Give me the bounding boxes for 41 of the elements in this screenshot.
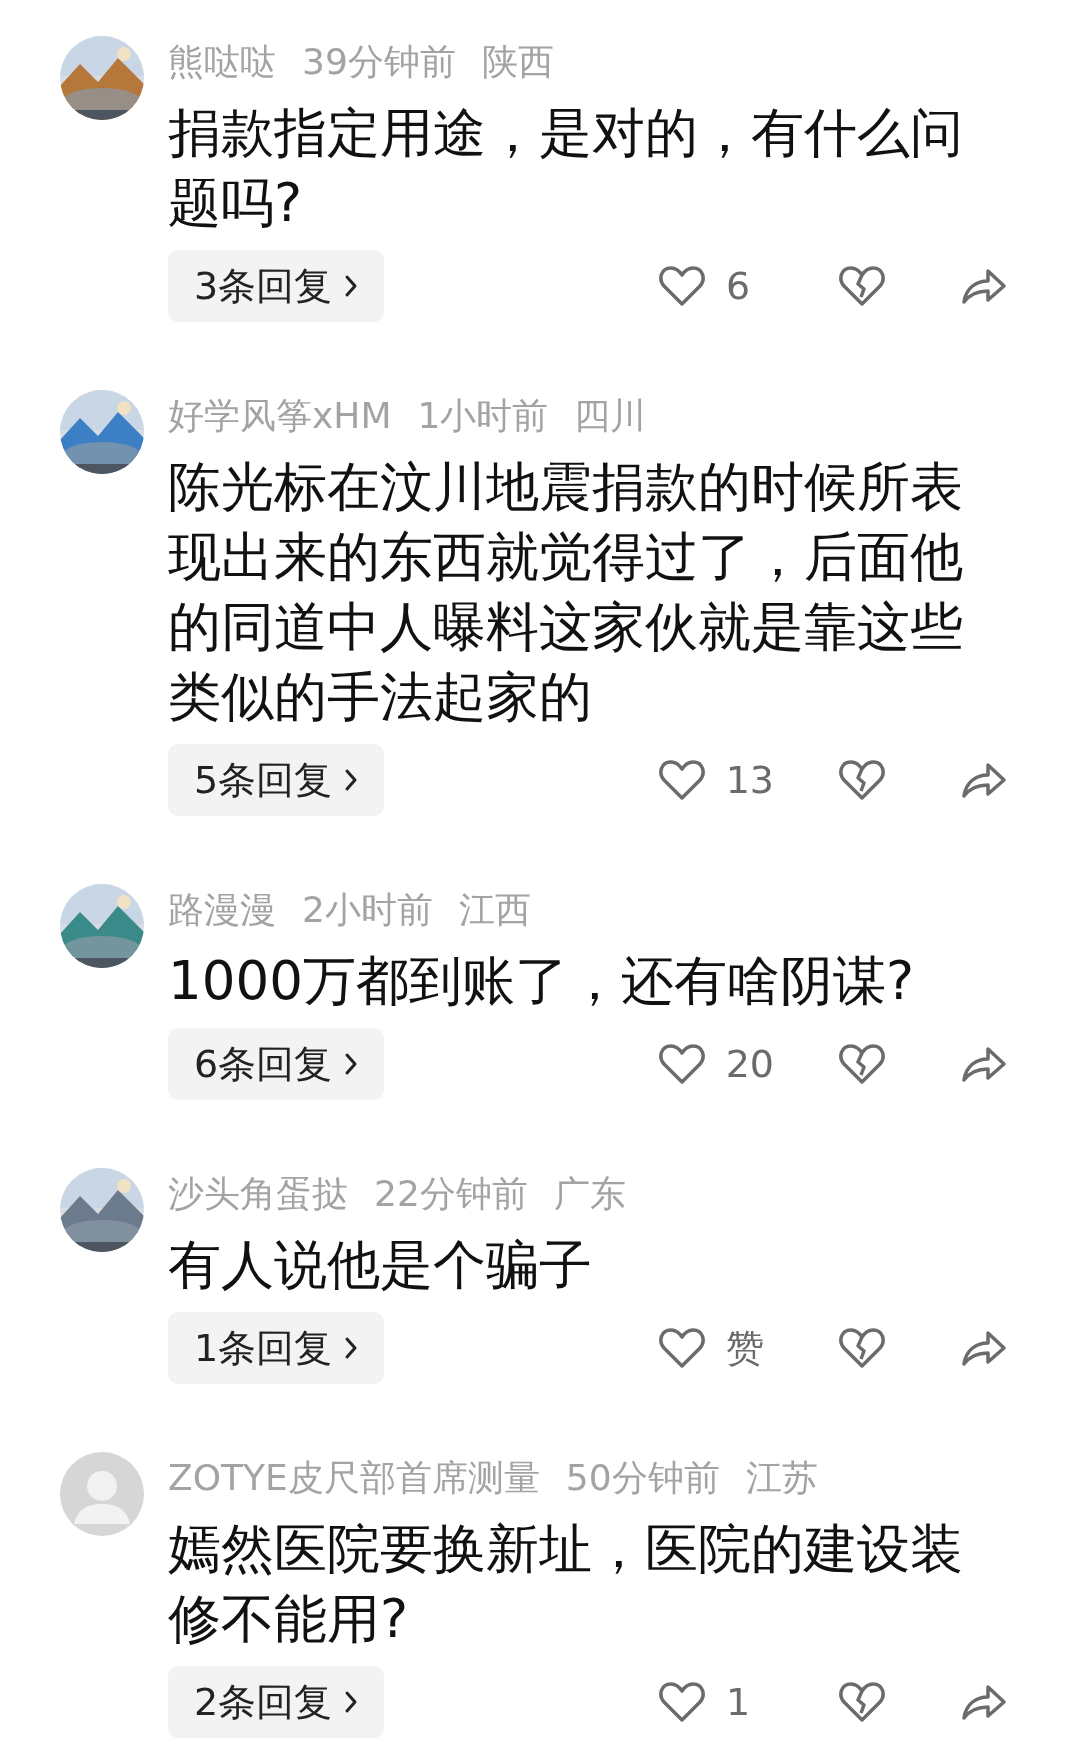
replies-button[interactable]: 1条回复 [168,1312,385,1384]
comment-text: 嫣然医院要换新址，医院的建设装修不能用? [168,1517,964,1651]
location: 江西 [458,888,531,932]
replies-button[interactable]: 3条回复 [168,250,385,322]
chevron-icon [344,1336,359,1360]
location: 四川 [574,394,647,438]
replies-button[interactable]: 6条回复 [168,1028,385,1100]
replies-button[interactable]: 2条回复 [168,1666,385,1738]
like-count: 赞 [726,1324,765,1372]
like-count: 20 [725,1042,774,1086]
heart-icon[interactable] [658,1680,706,1724]
heart-icon[interactable] [657,1042,706,1086]
replies-button[interactable]: 5条回复 [168,744,385,816]
location: 广东 [553,1172,626,1216]
location: 陕西 [481,40,554,84]
heart-icon[interactable] [658,264,706,308]
broken-heart-icon[interactable] [838,1680,886,1724]
comment-text: 捐款指定用途，是对的，有什么问题吗? [168,101,964,235]
broken-heart-icon[interactable] [838,1042,886,1086]
like-count: 1 [726,1680,752,1724]
like-count: 13 [725,758,774,802]
chevron-icon [344,274,359,298]
chevron-icon [344,1690,359,1714]
broken-heart-icon[interactable] [838,1326,886,1370]
timestamp: 39分钟前 [302,40,456,84]
like-count: 6 [726,264,752,308]
broken-heart-icon[interactable] [838,758,886,802]
timestamp: 22分钟前 [374,1172,528,1216]
comment-text: 1000万都到账了，还有啥阴谋? [168,949,915,1013]
location: 江苏 [745,1456,818,1500]
timestamp: 50分钟前 [565,1456,720,1500]
timestamp: 1小时前 [417,394,549,438]
chevron-icon [344,768,359,792]
broken-heart-icon[interactable] [838,264,886,308]
chevron-icon [344,1052,359,1076]
comment-text: 陈光标在汶川地震捐款的时候所表现出来的东西就觉得过了，后面他的同道中人曝料这家伙就是靠这些类似的手法起家的 [168,455,964,729]
comment-text: 有人说他是个骗子 [168,1233,593,1297]
heart-icon[interactable] [658,1326,706,1370]
timestamp: 2小时前 [302,888,433,932]
heart-icon[interactable] [657,758,706,802]
avatar-icon [60,1452,144,1536]
